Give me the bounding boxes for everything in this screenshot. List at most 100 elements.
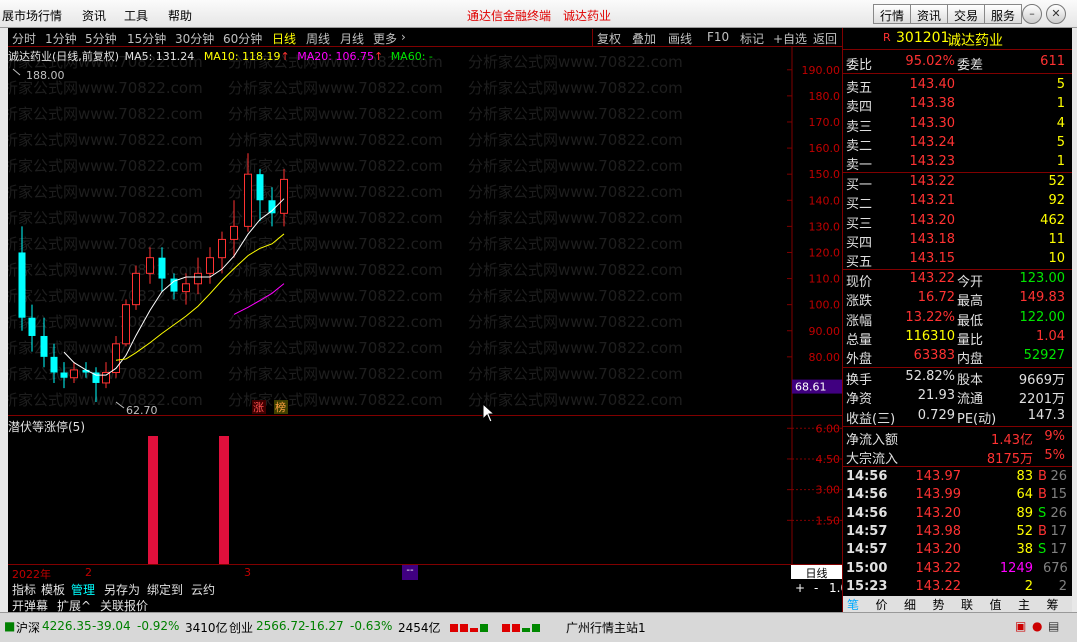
more-chevron-icon[interactable]: › [401,30,406,44]
price-axis-label: 130.0 [809,220,841,233]
zoom-in-icon[interactable]: + [795,581,805,595]
stat-value: 1.04 [1036,328,1065,344]
tick-count: 26 [1050,469,1067,484]
ask-price[interactable]: 143.40 [893,77,956,92]
price-axis-label: 190.00 [802,64,841,77]
tab-5min[interactable]: 5分钟 [85,30,117,47]
ma5-label: MA5: 131.24 [124,50,195,63]
tick-time: 14:57 [846,542,888,558]
bid-price[interactable]: 143.15 [893,251,956,266]
tab-daily[interactable]: 日线 [272,30,296,47]
server-name[interactable]: 广州行情主站1 [566,619,646,636]
ask-price[interactable]: 143.38 [893,96,956,111]
overlay-button[interactable]: 叠加 [632,30,656,47]
back-button[interactable]: 返回 [813,30,837,47]
quote-panel: R 301201 诚达药业 委比 95.02% 委差 611 卖五 143.40… [842,28,1073,613]
market-button[interactable]: 行情 [873,4,912,24]
f10-button[interactable]: F10 [707,30,729,44]
menu-help[interactable]: 帮助 [168,7,192,24]
stat-value: 122.00 [1019,309,1066,325]
menu-market[interactable]: 展市场行情 [2,7,62,24]
bid-price[interactable]: 143.22 [893,174,956,189]
ask-price[interactable]: 143.30 [893,116,956,131]
ask-price[interactable]: 143.24 [893,135,956,150]
trade-button[interactable]: 交易 [947,4,986,24]
quote-tab[interactable]: 主 [1018,596,1030,613]
index1-pct: -0.92% [137,619,180,633]
bid-price[interactable]: 143.18 [893,232,956,247]
info-value: 2201万 [1018,392,1065,408]
info-label: 流通 [957,392,984,408]
tab-monthly[interactable]: 月线 [340,30,364,47]
indicator-tabs: 指标 模板 管理 另存为 绑定到 云约 + - 1.00 [8,580,856,597]
ask-label: 卖一 [846,158,873,174]
quote-tab[interactable]: 值 [990,596,1002,613]
ask-price[interactable]: 143.23 [893,154,956,169]
signal-bar [148,436,158,564]
tick-count: 2 [1058,578,1067,594]
index2-pct: -0.63% [350,619,393,633]
tab-more[interactable]: 更多 [373,30,397,47]
ma20-line [233,283,285,315]
menu-tools[interactable]: 工具 [124,7,148,24]
quote-tab[interactable]: 价 [876,596,888,613]
add-watchlist-button[interactable]: +自选 [773,30,807,47]
candle-body-up [146,257,154,274]
info-label: PE(动) [957,411,997,427]
stock-title: 诚达药业 [563,9,612,23]
kline-chart[interactable]: 分析家公式网www.70822.com 分析家公式网www.70822.com 分析… [8,47,842,415]
stat-value: 16.72 [917,290,955,306]
limit-up-tag: 涨 [253,401,264,414]
tab-30min[interactable]: 30分钟 [175,30,214,47]
period-indicator: 日线 [791,565,842,580]
tab-timeshare[interactable]: 分时 [12,30,36,47]
bid-label: 买三 [846,216,873,232]
zoom-out-icon[interactable]: - [814,581,818,595]
quote-tab[interactable]: 细 [904,596,916,613]
info-value: 52.82% [905,369,955,384]
tick-count: 676 [1043,560,1068,576]
quote-tab[interactable]: 势 [933,596,945,613]
price-axis-label: 90.00 [809,325,841,338]
quote-tab[interactable]: 联 [961,596,973,613]
indicator-panel[interactable]: 潜伏等涨停(5) 6.00 4.50 3.00 1.50 [8,415,842,566]
mark-button[interactable]: 标记 [740,30,764,47]
quote-tab[interactable]: 笔 [847,596,859,613]
adjust-button[interactable]: 复权 [597,30,621,47]
connection-icon: ▣ [1015,619,1027,633]
stat-value: 52927 [1023,348,1065,364]
tab-weekly[interactable]: 周线 [306,30,330,47]
tick-volume: 2 [1024,578,1033,594]
close-icon[interactable]: ✕ [1046,4,1066,24]
info-button[interactable]: 资讯 [910,4,949,24]
candle-body-up [182,283,190,293]
minimize-icon[interactable]: – [1022,4,1042,24]
stat-label: 最高 [957,294,984,310]
tab-15min[interactable]: 15分钟 [127,30,166,47]
tab-1min[interactable]: 1分钟 [45,30,77,47]
candle-body-down [18,252,26,318]
tick-time: 14:57 [846,523,888,539]
draw-button[interactable]: 画线 [668,30,692,47]
quote-tab[interactable]: 筹 [1047,596,1059,613]
price-axis-label: 180.0 [809,90,841,103]
bid-price[interactable]: 143.20 [893,213,956,228]
ask-label: 卖五 [846,81,873,96]
extra-tabs: 开弹幕 扩展^ 关联报价 [8,596,842,613]
bid-price[interactable]: 143.21 [893,193,956,208]
menu-info[interactable]: 资讯 [82,7,106,24]
price-axis-label: 150.0 [809,168,841,181]
mouse-cursor-icon [482,403,496,423]
info-value: 147.3 [1027,407,1065,423]
index2-name[interactable]: 创业 [229,619,253,636]
price-axis-label: 100.0 [809,299,841,312]
weicha-value: 611 [1040,54,1065,69]
tab-60min[interactable]: 60分钟 [223,30,262,47]
tick-time: 15:00 [846,560,888,576]
service-button[interactable]: 服务 [984,4,1023,24]
tick-count: 17 [1050,523,1067,539]
candle-body-down [28,317,36,336]
status-bar: ■ 沪深 4226.35 -39.04 -0.92% 3410亿 创业 2566… [0,612,1077,642]
index1-name[interactable]: 沪深 [16,619,40,636]
candle-body-up [194,272,202,285]
